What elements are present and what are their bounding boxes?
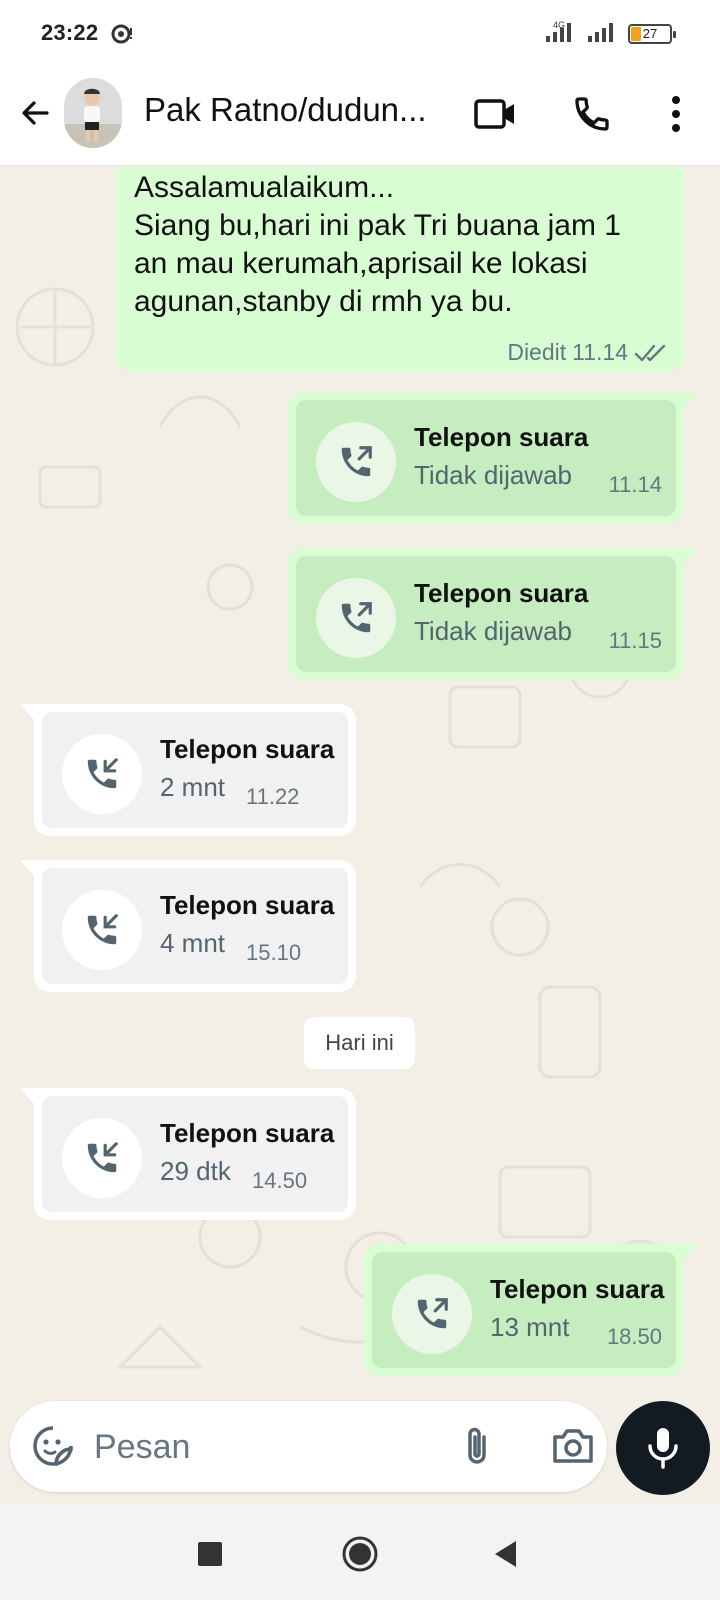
battery-level: 27 [642, 25, 658, 41]
call-bubble-incoming[interactable]: Telepon suara 29 dtk 14.50 [20, 1088, 356, 1220]
status-bar: 23:22 4G 27 [0, 0, 720, 68]
outgoing-call-icon [417, 1298, 448, 1329]
back-nav-button[interactable] [486, 1534, 526, 1574]
bubble-tail [684, 392, 698, 408]
call-icon-circle [62, 890, 142, 970]
paperclip-icon [468, 1427, 486, 1464]
message-line: Assalamualaikum... [134, 171, 395, 204]
incoming-call-icon [87, 914, 118, 945]
call-time: 15.10 [246, 940, 302, 965]
back-button[interactable] [12, 90, 58, 136]
battery-indicator: 27 [628, 23, 676, 44]
call-card[interactable]: Telepon suara 13 mnt 18.50 [372, 1252, 676, 1368]
call-icon-circle [316, 422, 396, 502]
call-time: 18.50 [606, 1324, 662, 1349]
contact-name[interactable]: Pak Ratno/dudun... [144, 91, 434, 129]
call-duration: 2 mnt [160, 772, 226, 802]
more-options-button[interactable] [650, 88, 702, 140]
call-icon-circle [392, 1274, 472, 1354]
call-bubble-outgoing[interactable]: Telepon suara 13 mnt 18.50 [364, 1244, 698, 1376]
signal-icon-sim2 [586, 20, 618, 47]
voice-call-button[interactable] [566, 88, 618, 140]
message-line: Siang bu,hari ini pak Tri buana jam 1 [134, 209, 621, 242]
call-title: Telepon suara [160, 1118, 335, 1148]
signal-icon-sim1 [544, 20, 576, 47]
call-title: Telepon suara [490, 1274, 665, 1304]
call-icon-circle [62, 1118, 142, 1198]
call-title: Telepon suara [414, 578, 589, 608]
recent-apps-button[interactable] [190, 1534, 230, 1574]
bubble-tail [20, 704, 34, 720]
call-duration: 29 dtk [160, 1156, 231, 1186]
video-call-button[interactable] [470, 88, 522, 140]
square-icon [198, 1542, 222, 1566]
back-triangle-icon [495, 1541, 516, 1567]
video-call-icon [474, 99, 514, 129]
voice-call-icon [575, 97, 609, 131]
bubble-tail [684, 1244, 698, 1260]
chat-area[interactable]: Assalamualaikum... Siang bu,hari ini pak… [0, 167, 720, 1503]
call-time: 11.14 [608, 472, 662, 497]
date-separator: Hari ini [304, 1017, 415, 1069]
message-line: agunan,stanby di rmh ya bu. [134, 285, 513, 318]
bubble-tail [20, 860, 34, 876]
outgoing-call-icon [341, 602, 372, 633]
incoming-call-icon [87, 1142, 118, 1173]
call-bubble-incoming[interactable]: Telepon suara 2 mnt 11.22 [20, 704, 356, 836]
call-status: Tidak dijawab [414, 616, 573, 646]
outgoing-call-icon [341, 446, 372, 477]
more-options-icon [672, 96, 680, 132]
call-icon-circle [316, 578, 396, 658]
microphone-icon [648, 1428, 678, 1469]
hotspot-icon [110, 22, 134, 46]
attach-button[interactable] [454, 1423, 500, 1469]
chat-header: Pak Ratno/dudun... [0, 68, 720, 166]
message-meta: Diedit 11.14 [507, 339, 668, 366]
sticker-button[interactable] [30, 1423, 76, 1469]
call-card[interactable]: Telepon suara 29 dtk 14.50 [42, 1096, 348, 1212]
call-title: Telepon suara [414, 422, 589, 452]
home-button[interactable] [340, 1534, 380, 1574]
message-line: an mau kerumah,aprisail ke lokasi [134, 247, 588, 280]
double-check-icon [634, 344, 666, 361]
status-time: 23:22 [41, 20, 99, 45]
incoming-call-icon [87, 758, 118, 789]
camera-button[interactable] [548, 1423, 598, 1469]
message-input[interactable] [94, 1419, 424, 1475]
contact-avatar[interactable] [64, 78, 122, 148]
battery-fill [631, 26, 641, 41]
call-title: Telepon suara [160, 890, 335, 920]
camera-icon [553, 1429, 593, 1463]
home-circle-icon [342, 1536, 378, 1572]
call-time: 14.50 [252, 1168, 308, 1193]
message-text: Assalamualaikum... Siang bu,hari ini pak… [134, 169, 664, 321]
call-status: Tidak dijawab [414, 460, 573, 490]
call-duration: 4 mnt [160, 928, 226, 958]
call-card[interactable]: Telepon suara 4 mnt 15.10 [42, 868, 348, 984]
call-bubble-outgoing[interactable]: Telepon suara Tidak dijawab 11.14 [288, 392, 698, 524]
call-bubble-incoming[interactable]: Telepon suara 4 mnt 15.10 [20, 860, 356, 992]
call-bubble-outgoing[interactable]: Telepon suara Tidak dijawab 11.15 [288, 548, 698, 680]
call-time: 11.22 [246, 784, 300, 809]
bubble-tail [20, 1088, 34, 1104]
call-card[interactable]: Telepon suara Tidak dijawab 11.15 [296, 556, 676, 672]
voice-message-button[interactable] [616, 1401, 710, 1495]
message-input-bar [10, 1401, 607, 1492]
sticker-icon [33, 1426, 73, 1466]
call-card[interactable]: Telepon suara 2 mnt 11.22 [42, 712, 348, 828]
call-title: Telepon suara [160, 734, 335, 764]
call-icon-circle [62, 734, 142, 814]
message-time: 11.14 [572, 339, 628, 365]
edited-label: Diedit [507, 339, 567, 365]
call-card[interactable]: Telepon suara Tidak dijawab 11.14 [296, 400, 676, 516]
call-time: 11.15 [608, 628, 662, 653]
call-duration: 13 mnt [490, 1312, 570, 1342]
message-bubble-outgoing[interactable]: Assalamualaikum... Siang bu,hari ini pak… [116, 167, 684, 372]
bubble-tail [684, 548, 698, 564]
system-navigation-bar [0, 1504, 720, 1600]
back-arrow-icon [22, 101, 49, 125]
